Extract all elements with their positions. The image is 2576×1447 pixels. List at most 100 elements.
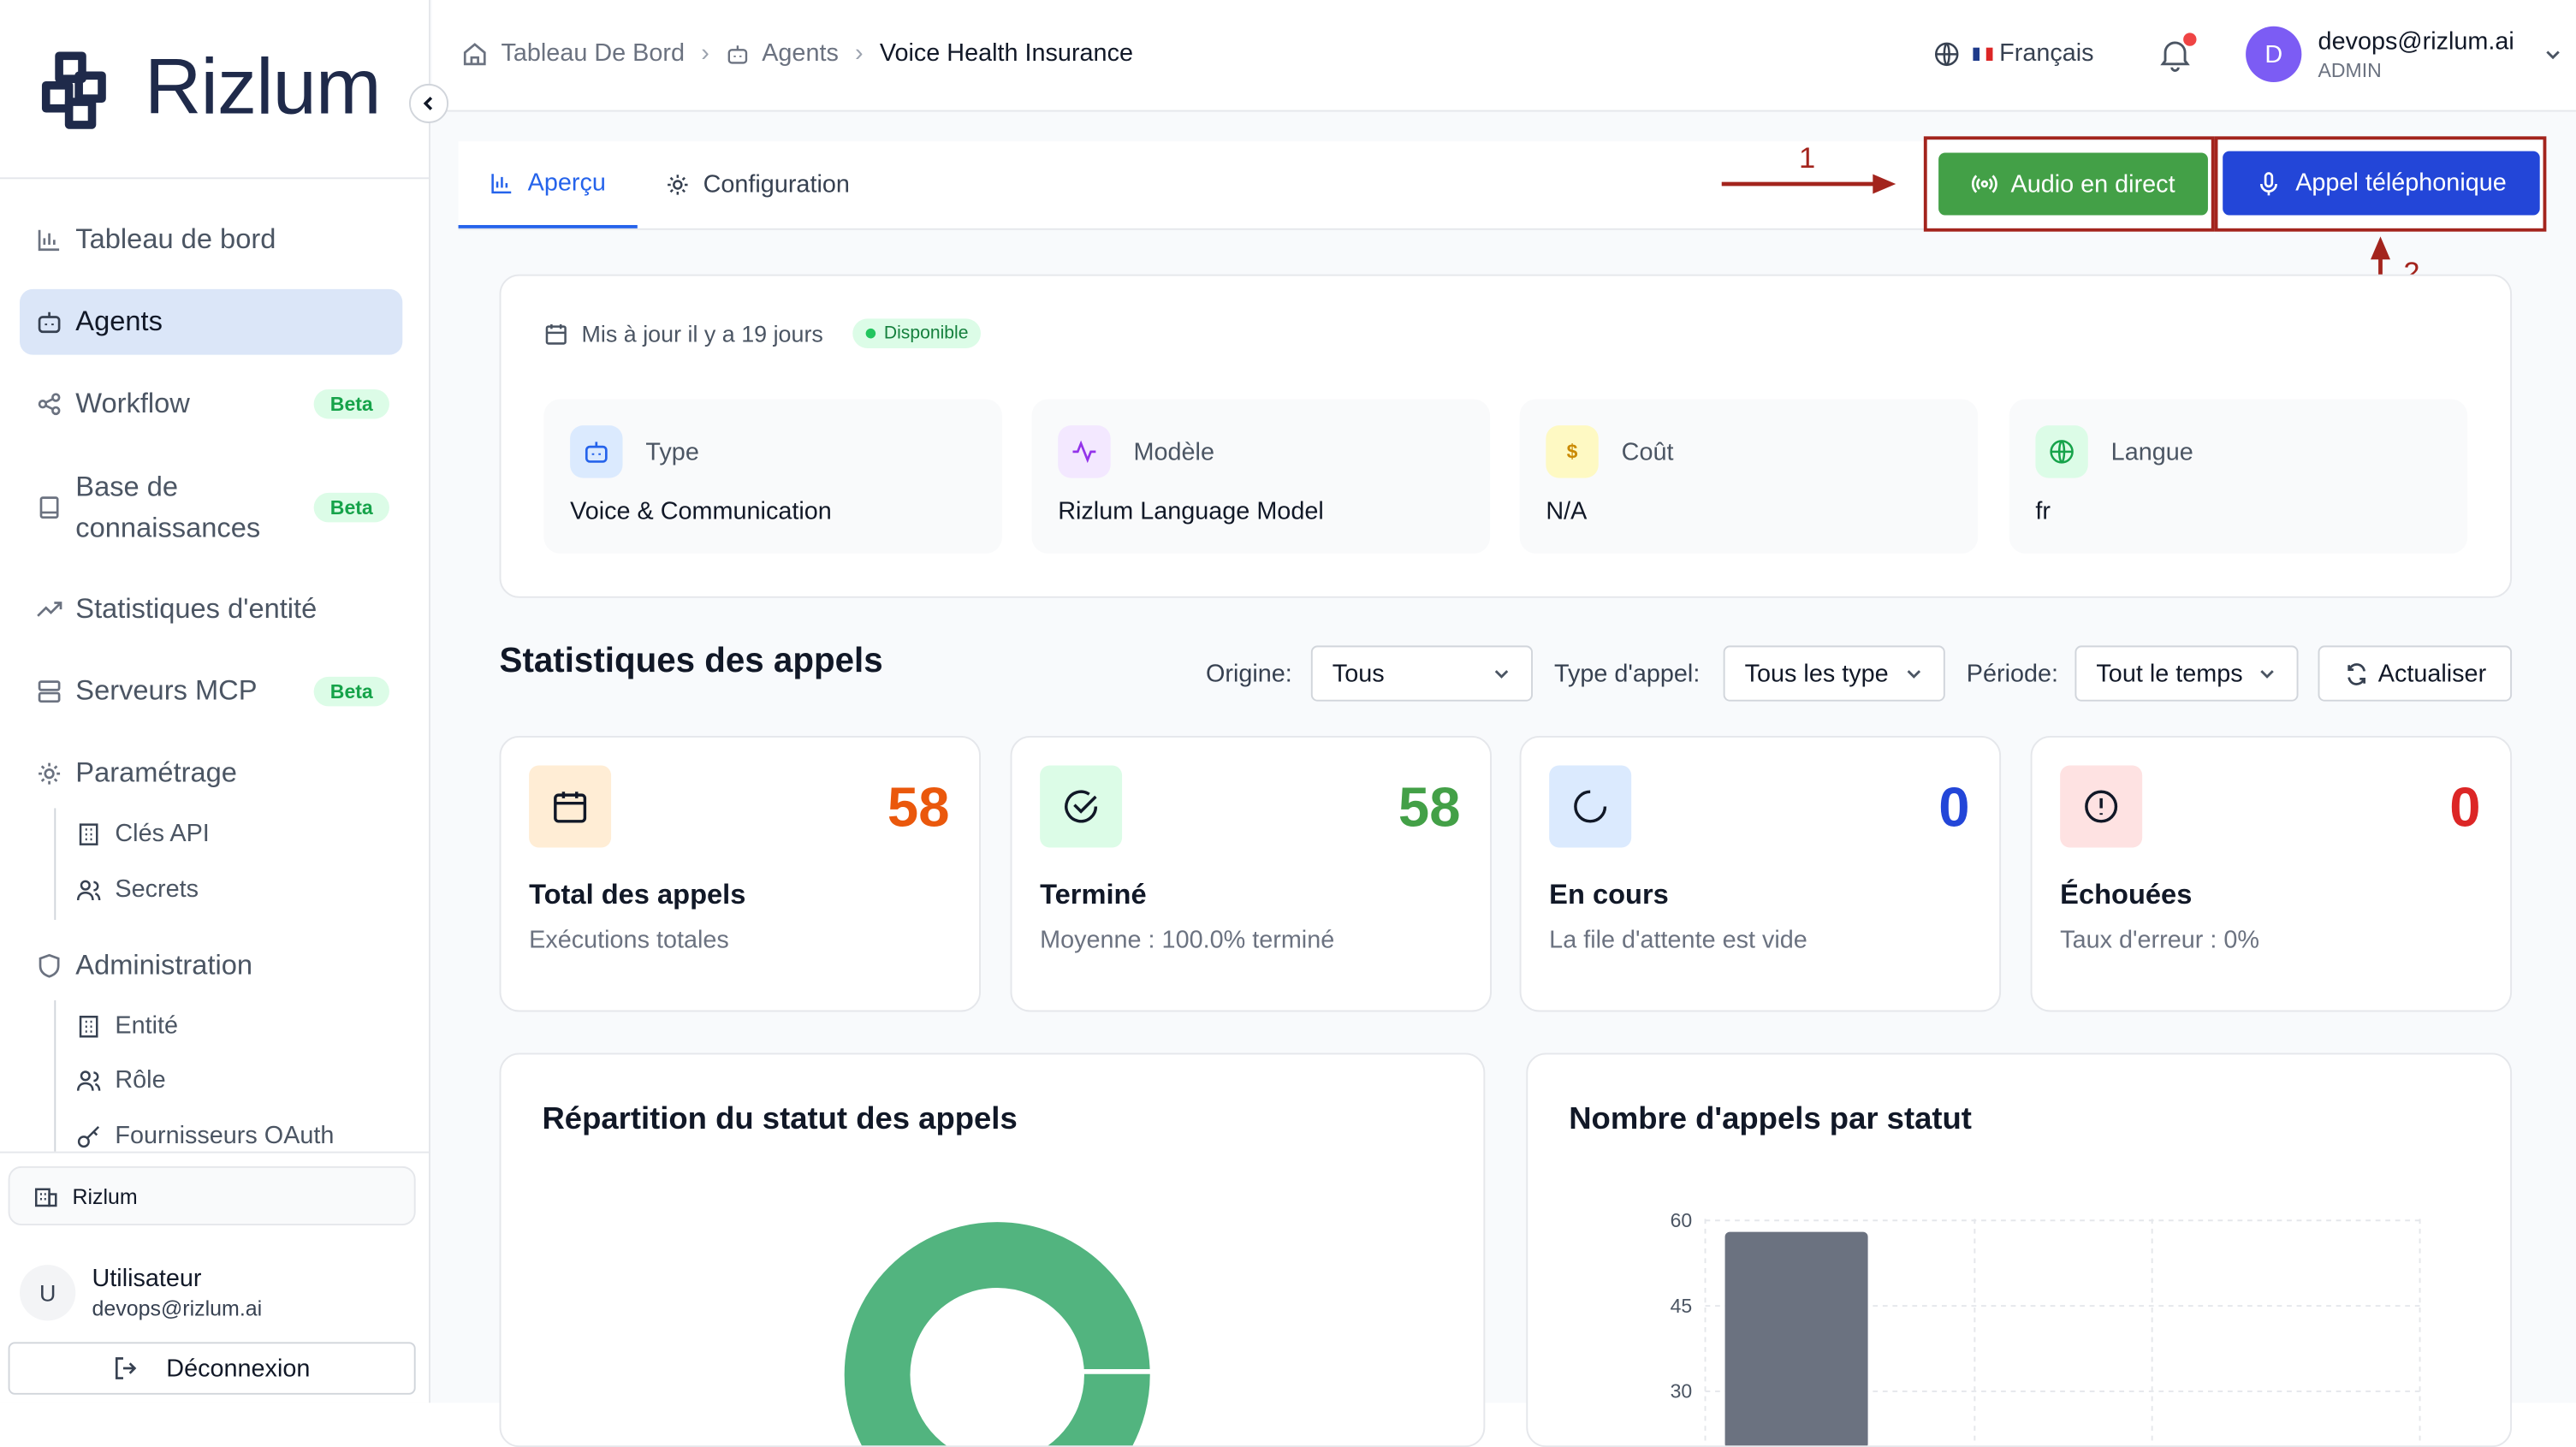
sidebar-item-label: Paramétrage [75,756,237,789]
sidebar-item-label: Workflow [75,388,190,419]
chevron-down-icon [1907,670,1921,679]
info-card-cost: $ Coût N/A [1519,399,1979,554]
annotation-label: 1 [1798,141,1816,175]
language-selector[interactable]: Français [1933,39,2094,68]
stat-subtitle: Moyenne : 100.0% terminé [1040,926,1335,955]
sidebar-subitem-oauth[interactable]: Fournisseurs OAuth [75,1122,334,1150]
sidebar-item-label: Agents [75,305,163,337]
brand-logo[interactable]: Rizlum [36,43,382,133]
sidebar-item-dashboard[interactable]: Tableau de bord [20,214,402,266]
call-type-select[interactable]: Tous les type [1723,645,1945,702]
dollar-icon: $ [1546,425,1599,478]
calendar-icon [545,323,567,344]
stat-subtitle: Exécutions totales [529,926,729,955]
sidebar-item-label: Administration [75,949,253,981]
bar[interactable] [1724,1231,1868,1447]
sidebar-item-label: Tableau de bord [75,223,276,255]
live-audio-button[interactable]: Audio en direct [1938,152,2208,216]
stat-title: Échouées [2060,878,2193,910]
divider [0,1151,430,1153]
stat-card-total: 58 Total des appels Exécutions totales [499,735,982,1012]
sidebar-item-workflow[interactable]: Workflow Beta [20,378,402,430]
gear-icon [33,761,65,787]
phone-call-button[interactable]: Appel téléphonique [2223,151,2540,216]
breadcrumb: Tableau De Bord › Agents › Voice Health … [461,39,1133,68]
section-title: Statistiques des appels [499,642,883,680]
notifications-button[interactable] [2157,33,2197,80]
sidebar-subitem-role[interactable]: Rôle [75,1066,166,1094]
bar-chart-title: Nombre d'appels par statut [1569,1102,1972,1137]
organization-switcher[interactable]: Rizlum [8,1165,416,1226]
account-menu[interactable]: D devops@rizlum.ai ADMIN [2246,26,2563,82]
breadcrumb-home[interactable]: Tableau De Bord [501,39,685,68]
building-icon [79,822,98,845]
filter-label: Type d'appel: [1553,660,1701,689]
alert-circle-icon [2060,765,2143,848]
sidebar-item-entity-stats[interactable]: Statistiques d'entité [20,583,402,635]
users-icon [76,879,101,900]
sidebar-subitem-api-keys[interactable]: Clés API [75,820,210,848]
trending-up-icon [33,596,65,623]
top-bar: Tableau De Bord › Agents › Voice Health … [431,0,2576,112]
sidebar-item-label: Statistiques d'entité [75,592,318,625]
notification-dot [2183,33,2197,46]
status-badge: Disponible [852,318,982,348]
refresh-icon [2347,662,2365,685]
tree-line [54,1000,56,1152]
sidebar-subitem-secrets[interactable]: Secrets [75,875,199,904]
avatar: U [20,1265,76,1321]
microphone-icon [2260,171,2278,195]
sidebar-item-knowledge-base[interactable]: Base de connaissances Beta [20,466,402,549]
tab-overview[interactable]: Aperçu [458,141,638,228]
brand-name: Rizlum [144,44,382,132]
y-tick-label: 30 [1671,1380,1693,1403]
sidebar-item-settings[interactable]: Paramétrage [20,747,402,799]
sidebar-item-agents[interactable]: Agents [20,288,403,355]
tree-line [54,808,56,920]
organization-name: Rizlum [72,1183,138,1208]
divider [0,177,430,180]
stat-title: En cours [1549,878,1669,910]
info-card-model: Modèle Rizlum Language Model [1031,399,1491,554]
chevron-right-icon: › [855,39,864,68]
info-card-language: Langue fr [2009,399,2468,554]
gear-icon [668,175,688,195]
stat-value: 0 [2449,776,2481,839]
collapse-sidebar-button[interactable] [408,83,449,123]
sidebar-item-mcp-servers[interactable]: Serveurs MCP Beta [20,665,402,717]
y-tick-label: 60 [1671,1209,1693,1231]
chevron-right-icon: › [701,39,709,68]
chevron-down-icon [2260,670,2274,679]
stat-value: 58 [887,776,950,839]
logout-button[interactable]: Déconnexion [8,1342,416,1395]
sidebar-item-label: Serveurs MCP [75,674,258,707]
period-select[interactable]: Tout le temps [2074,645,2299,702]
user-name: Utilisateur [92,1265,202,1293]
tab-configuration[interactable]: Configuration [665,141,850,228]
bar-chart-icon [491,174,512,194]
breadcrumb-agents[interactable]: Agents [762,39,839,68]
users-icon [76,1070,101,1090]
book-icon [33,495,65,521]
last-updated: Mis à jour il y a 19 jours Disponible [543,318,982,348]
donut-chart-title: Répartition du statut des appels [542,1102,1018,1137]
refresh-button[interactable]: Actualiser [2318,645,2513,702]
user-profile[interactable]: U Utilisateur devops@rizlum.ai [20,1265,263,1321]
globe-icon [2035,425,2088,478]
sidebar-item-administration[interactable]: Administration [20,940,402,992]
chevron-left-icon [423,96,433,110]
user-email: devops@rizlum.ai [92,1296,263,1321]
beta-badge: Beta [313,492,389,523]
key-icon [77,1125,100,1148]
stat-title: Terminé [1040,878,1147,910]
building-icon [79,1015,98,1037]
stat-card-completed: 58 Terminé Moyenne : 100.0% terminé [1010,735,1492,1012]
beta-badge: Beta [313,676,389,707]
beta-badge: Beta [313,388,389,419]
origin-select[interactable]: Tous [1310,645,1533,702]
avatar: D [2246,26,2302,82]
server-icon [33,679,65,705]
sidebar-item-label: Base de [75,471,179,503]
sidebar-subitem-entity[interactable]: Entité [75,1011,178,1040]
globe-icon [1935,41,1959,66]
